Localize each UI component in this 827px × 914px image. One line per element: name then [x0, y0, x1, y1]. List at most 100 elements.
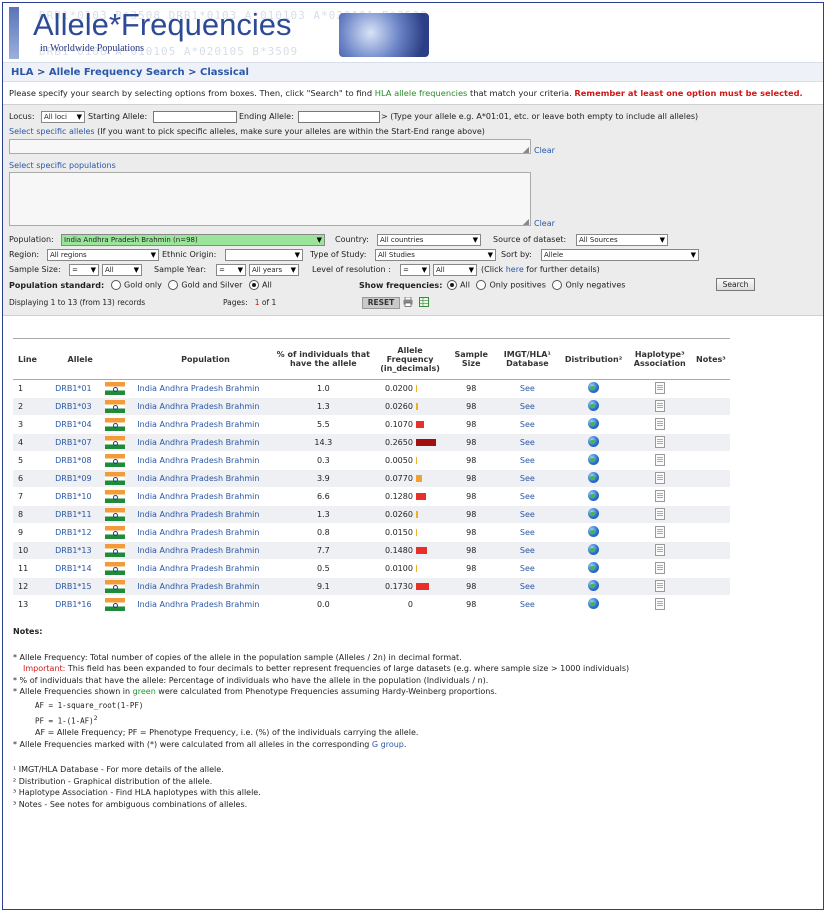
locus-select[interactable]: All loci [41, 111, 85, 123]
imgt-see-link[interactable]: See [520, 438, 535, 447]
population-link[interactable]: India Andhra Pradesh Brahmin [137, 510, 259, 519]
ethnic-origin-select[interactable] [225, 249, 303, 261]
imgt-see-link[interactable]: See [520, 528, 535, 537]
haplotype-document-icon[interactable] [654, 471, 665, 484]
reset-button[interactable]: RESET [362, 297, 400, 309]
all-standard-radio[interactable] [248, 280, 259, 290]
site-logo[interactable]: DRB1*0103 B*3508 DRB1*0103 A*010103 A*02… [9, 7, 429, 59]
haplotype-document-icon[interactable] [654, 381, 665, 394]
haplotype-document-icon[interactable] [654, 579, 665, 592]
resolution-operator-select[interactable]: = [400, 264, 430, 276]
resolution-select[interactable]: All [433, 264, 477, 276]
globe-icon[interactable] [588, 526, 600, 537]
imgt-see-link[interactable]: See [520, 510, 535, 519]
only-negatives-radio[interactable] [552, 280, 563, 290]
population-link[interactable]: India Andhra Pradesh Brahmin [137, 384, 259, 393]
allele-link[interactable]: DRB1*09 [55, 474, 91, 483]
allele-link[interactable]: DRB1*07 [55, 438, 91, 447]
globe-icon[interactable] [588, 436, 600, 447]
resolution-details-link[interactable]: here [506, 265, 524, 274]
globe-icon[interactable] [588, 400, 600, 411]
clear-alleles-link[interactable]: Clear [534, 146, 555, 155]
page-link-1[interactable]: 1 [255, 298, 260, 307]
globe-icon[interactable] [588, 562, 600, 573]
sample-size-select[interactable]: All [102, 264, 142, 276]
haplotype-document-icon[interactable] [654, 507, 665, 520]
type-of-study-select[interactable]: All Studies [375, 249, 496, 261]
globe-icon[interactable] [588, 490, 600, 501]
show-all-radio[interactable] [447, 280, 457, 290]
select-specific-populations-link[interactable]: Select specific populations [9, 161, 116, 170]
allele-link[interactable]: DRB1*14 [55, 564, 91, 573]
haplotype-document-icon[interactable] [654, 597, 665, 610]
globe-icon[interactable] [588, 544, 600, 555]
globe-icon[interactable] [588, 508, 600, 519]
hla-allele-frequencies-link[interactable]: HLA allele frequencies [375, 88, 468, 98]
globe-icon[interactable] [588, 580, 600, 591]
allele-link[interactable]: DRB1*03 [55, 402, 91, 411]
breadcrumb-allele-frequency-search[interactable]: Allele Frequency Search [49, 67, 185, 78]
allele-link[interactable]: DRB1*08 [55, 456, 91, 465]
population-link[interactable]: India Andhra Pradesh Brahmin [137, 420, 259, 429]
country-select[interactable]: All countries [377, 234, 481, 246]
allele-link[interactable]: DRB1*16 [55, 600, 91, 609]
globe-icon[interactable] [588, 418, 600, 429]
population-link[interactable]: India Andhra Pradesh Brahmin [137, 528, 259, 537]
breadcrumb-hla[interactable]: HLA [11, 67, 33, 78]
haplotype-document-icon[interactable] [654, 417, 665, 430]
allele-link[interactable]: DRB1*10 [55, 492, 91, 501]
allele-link[interactable]: DRB1*15 [55, 582, 91, 591]
imgt-see-link[interactable]: See [520, 384, 535, 393]
globe-icon[interactable] [588, 598, 600, 609]
alleles-textarea[interactable] [9, 139, 531, 154]
globe-icon[interactable] [588, 472, 600, 483]
allele-link[interactable]: DRB1*01 [55, 384, 91, 393]
starting-allele-input[interactable] [153, 111, 237, 123]
allele-link[interactable]: DRB1*11 [55, 510, 91, 519]
imgt-see-link[interactable]: See [520, 456, 535, 465]
sample-year-operator-select[interactable]: = [216, 264, 246, 276]
g-group-link[interactable]: G group [372, 740, 404, 749]
allele-link[interactable]: DRB1*04 [55, 420, 91, 429]
select-specific-alleles-link[interactable]: Select specific alleles [9, 127, 95, 136]
imgt-see-link[interactable]: See [520, 420, 535, 429]
haplotype-document-icon[interactable] [654, 525, 665, 538]
breadcrumb-classical[interactable]: Classical [200, 67, 249, 78]
population-link[interactable]: India Andhra Pradesh Brahmin [137, 492, 259, 501]
imgt-see-link[interactable]: See [520, 546, 535, 555]
source-of-dataset-select[interactable]: All Sources [576, 234, 668, 246]
population-link[interactable]: India Andhra Pradesh Brahmin [137, 546, 259, 555]
region-select[interactable]: All regions [47, 249, 159, 261]
spreadsheet-icon[interactable] [419, 297, 429, 307]
imgt-see-link[interactable]: See [520, 474, 535, 483]
allele-link[interactable]: DRB1*13 [55, 546, 91, 555]
globe-icon[interactable] [588, 382, 600, 393]
globe-icon[interactable] [588, 454, 600, 465]
haplotype-document-icon[interactable] [654, 435, 665, 448]
imgt-see-link[interactable]: See [520, 492, 535, 501]
population-link[interactable]: India Andhra Pradesh Brahmin [137, 600, 259, 609]
imgt-see-link[interactable]: See [520, 582, 535, 591]
sort-by-select[interactable]: Allele [541, 249, 699, 261]
haplotype-document-icon[interactable] [654, 399, 665, 412]
imgt-see-link[interactable]: See [520, 402, 535, 411]
imgt-see-link[interactable]: See [520, 600, 535, 609]
ending-allele-input[interactable] [298, 111, 380, 123]
population-link[interactable]: India Andhra Pradesh Brahmin [137, 564, 259, 573]
gold-only-radio[interactable] [111, 280, 121, 290]
imgt-see-link[interactable]: See [520, 564, 535, 573]
haplotype-document-icon[interactable] [654, 453, 665, 466]
only-positives-radio[interactable] [476, 280, 487, 290]
print-icon[interactable] [403, 297, 413, 307]
haplotype-document-icon[interactable] [654, 543, 665, 556]
haplotype-document-icon[interactable] [654, 489, 665, 502]
populations-textarea[interactable] [9, 172, 531, 226]
population-link[interactable]: India Andhra Pradesh Brahmin [137, 474, 259, 483]
population-link[interactable]: India Andhra Pradesh Brahmin [137, 456, 259, 465]
population-link[interactable]: India Andhra Pradesh Brahmin [137, 438, 259, 447]
population-link[interactable]: India Andhra Pradesh Brahmin [137, 402, 259, 411]
population-select[interactable]: India Andhra Pradesh Brahmin (n=98) [61, 234, 325, 246]
sample-year-select[interactable]: All years [249, 264, 299, 276]
haplotype-document-icon[interactable] [654, 561, 665, 574]
search-button[interactable]: Search [716, 278, 755, 291]
